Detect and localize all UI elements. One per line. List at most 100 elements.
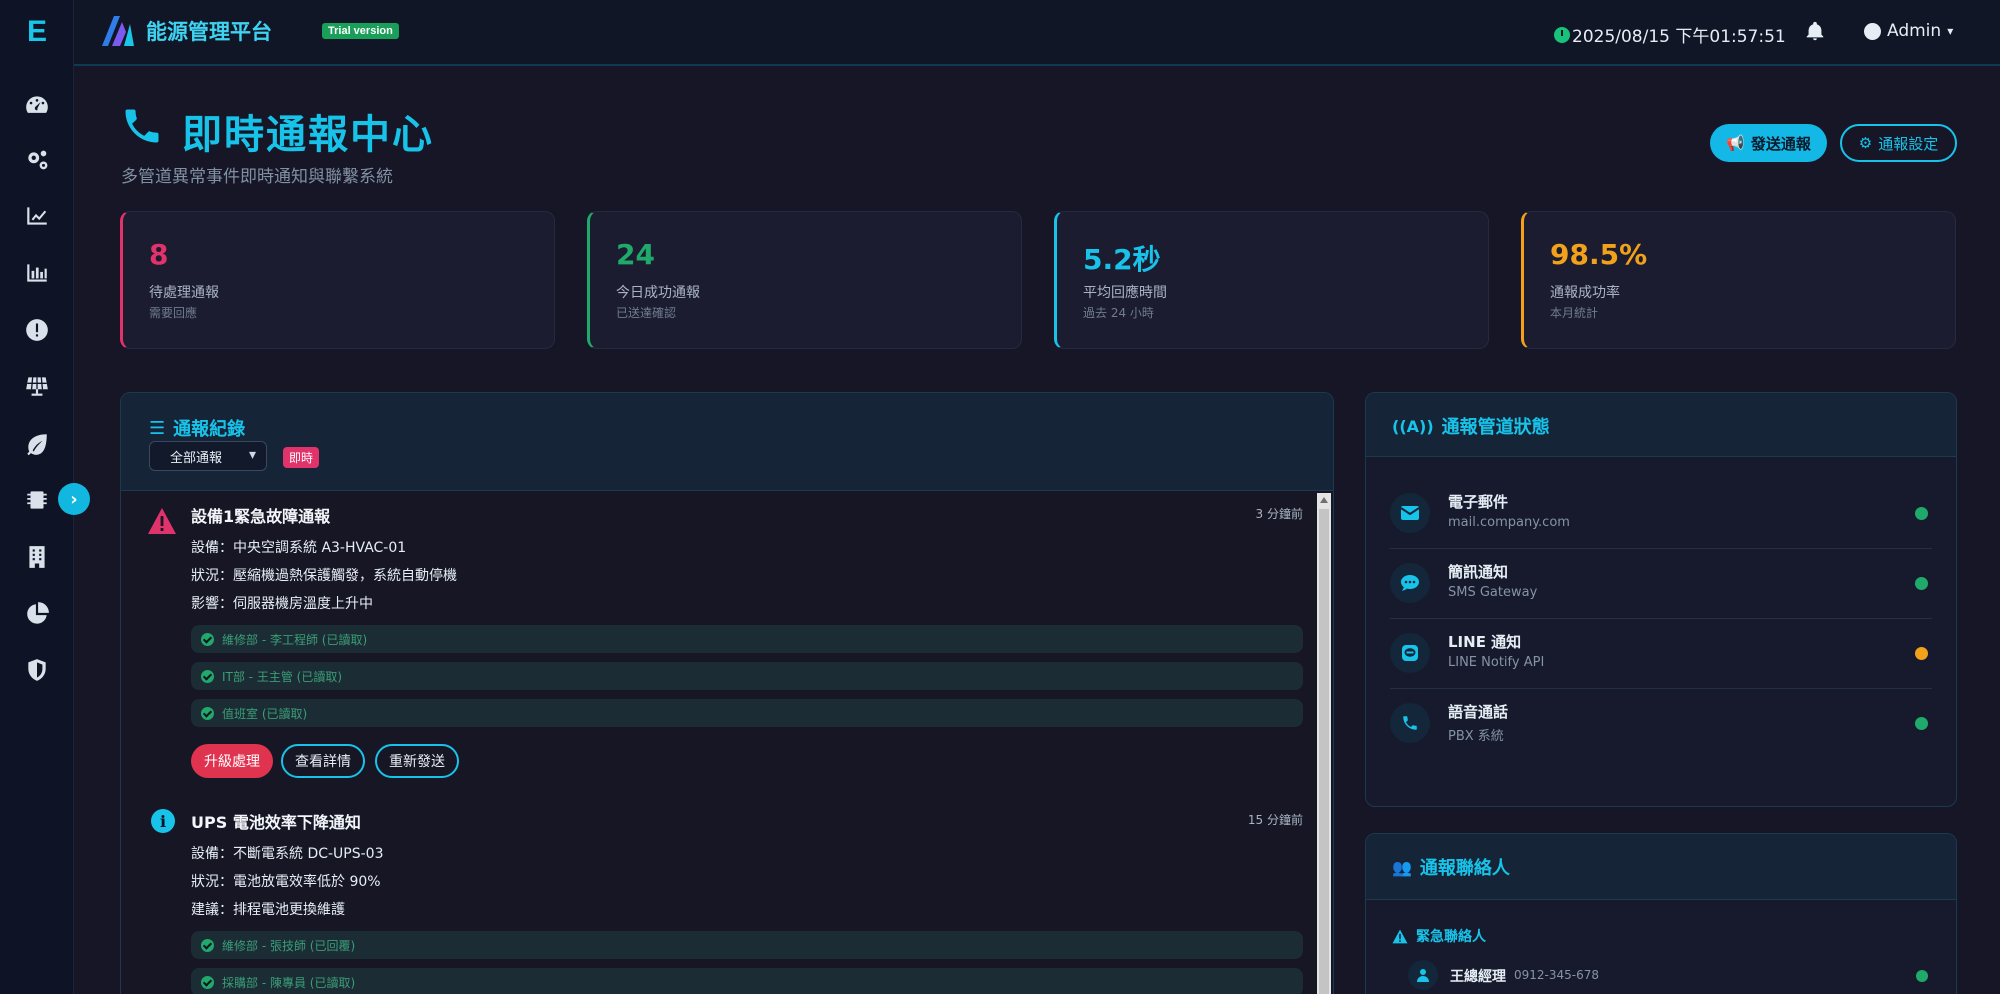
check-circle-icon	[201, 975, 214, 989]
channel-desc: PBX 系統	[1448, 729, 1504, 744]
event-time: 15 分鐘前	[1247, 813, 1303, 827]
channel-item[interactable]: 語音通話 PBX 系統	[1390, 689, 1932, 759]
app-name[interactable]: 能源管理平台	[146, 16, 272, 46]
contact-status-text: IT部 - 王主管 (已讀取)	[222, 669, 343, 684]
emergency-group-text: 緊急聯絡人	[1416, 929, 1486, 945]
stat-card-response-time: 5.2秒 平均回應時間 過去 24 小時	[1054, 211, 1489, 349]
leaf-icon[interactable]	[0, 424, 74, 464]
alert-settings-button[interactable]: ⚙ 通報設定	[1840, 124, 1957, 162]
records-filter-select[interactable]: 全部通報	[149, 441, 267, 471]
stat-value: 5.2秒	[1083, 243, 1161, 276]
scrollbar-thumb[interactable]	[1319, 509, 1329, 994]
contact-status: IT部 - 王主管 (已讀取)	[191, 662, 1303, 690]
stat-note: 已送達確認	[616, 306, 677, 320]
status-dot	[1915, 507, 1928, 520]
alert-icon[interactable]	[0, 310, 74, 350]
brand-logo-icon	[102, 16, 134, 46]
contact-name: 王總經理	[1450, 969, 1506, 985]
status-dot	[1915, 717, 1928, 730]
channel-name: 語音通話	[1448, 703, 1509, 721]
view-details-button[interactable]: 查看詳情	[281, 744, 365, 778]
channel-item[interactable]: 簡訊通知 SMS Gateway	[1390, 549, 1932, 619]
channel-desc: SMS Gateway	[1448, 585, 1538, 600]
building-icon[interactable]	[0, 537, 74, 577]
event-title: UPS 電池效率下降通知	[191, 813, 361, 832]
event-detail: 狀況：壓縮機過熱保護觸發，系統自動停機	[191, 568, 457, 584]
send-alert-label: 發送通報	[1750, 134, 1811, 153]
solar-panel-icon[interactable]	[0, 366, 74, 406]
sidebar-toggle-button[interactable]: ›	[58, 483, 90, 515]
pie-chart-icon[interactable]	[0, 594, 74, 634]
event-detail: 設備：不斷電系統 DC-UPS-03	[191, 846, 384, 862]
realtime-badge: 即時	[283, 447, 320, 468]
records-title-text: 通報紀錄	[173, 419, 246, 440]
stat-note: 本月統計	[1550, 306, 1599, 320]
channel-name: 簡訊通知	[1448, 563, 1509, 581]
user-icon	[1408, 960, 1438, 990]
datetime-display: 2025/08/15 下午01:57:51	[1554, 22, 1786, 47]
cogs-icon[interactable]	[0, 140, 74, 180]
stat-label: 通報成功率	[1550, 285, 1620, 301]
event-detail: 狀況：電池放電效率低於 90%	[191, 874, 381, 890]
check-circle-icon	[201, 632, 214, 646]
channel-item[interactable]: 電子郵件 mail.company.com	[1390, 479, 1932, 549]
channel-desc: mail.company.com	[1448, 515, 1570, 530]
user-circle-icon	[1864, 22, 1881, 40]
clock-icon	[1554, 26, 1570, 43]
warning-icon	[1392, 929, 1408, 943]
scroll-up-icon[interactable]	[1320, 497, 1328, 503]
chevron-down-icon: ▾	[1947, 24, 1954, 38]
escalate-button[interactable]: 升級處理	[191, 744, 273, 778]
contact-status: 值班室 (已讀取)	[191, 699, 1303, 727]
event-title: 設備1緊急故障通報	[191, 507, 331, 526]
status-dot	[1915, 577, 1928, 590]
alert-records-panel: ☰ 通報紀錄 全部通報 即時 設備1緊急故障通報 3 分鐘前 設備：中央空調系統…	[120, 392, 1334, 994]
bar-chart-icon[interactable]	[0, 253, 74, 293]
channel-title-text: 通報管道狀態	[1441, 417, 1550, 438]
event-detail: 影響：伺服器機房溫度上升中	[191, 596, 373, 612]
stat-label: 待處理通報	[149, 285, 219, 301]
page-title: 即時通報中心	[182, 112, 434, 158]
sidebar-logo[interactable]: E	[0, 0, 74, 64]
channel-status-panel: ((A)) 通報管道狀態 電子郵件 mail.company.com 簡訊通知 …	[1365, 392, 1957, 807]
sms-icon	[1390, 563, 1430, 603]
contact-row[interactable]: 王總經理 0912-345-678	[1408, 960, 1932, 992]
contact-phone: 0912-345-678	[1514, 968, 1600, 982]
contact-status: 維修部 - 李工程師 (已讀取)	[191, 625, 1303, 653]
stat-label: 平均回應時間	[1083, 285, 1167, 301]
channel-title: ((A)) 通報管道狀態	[1392, 413, 1550, 439]
broadcast-icon: ((A))	[1392, 416, 1434, 436]
contact-status-text: 採購部 - 陳專員 (已讀取)	[222, 975, 356, 990]
stat-value: 98.5%	[1550, 238, 1648, 271]
contacts-title: 👥 通報聯絡人	[1392, 854, 1510, 880]
resend-button[interactable]: 重新發送	[375, 744, 459, 778]
datetime-text: 2025/08/15 下午01:57:51	[1572, 27, 1786, 47]
event-item[interactable]: i UPS 電池效率下降通知 15 分鐘前 設備：不斷電系統 DC-UPS-03…	[121, 797, 1317, 994]
dashboard-icon[interactable]	[0, 85, 74, 125]
alert-settings-label: 通報設定	[1878, 134, 1939, 153]
status-dot	[1916, 970, 1928, 982]
contacts-title-text: 通報聯絡人	[1419, 858, 1510, 879]
warning-icon	[148, 508, 176, 534]
stat-label: 今日成功通報	[616, 285, 700, 301]
contacts-panel-header: 👥 通報聯絡人	[1366, 834, 1956, 900]
contact-status-text: 維修部 - 李工程師 (已讀取)	[222, 632, 368, 647]
event-item[interactable]: 設備1緊急故障通報 3 分鐘前 設備：中央空調系統 A3-HVAC-01 狀況：…	[121, 491, 1317, 791]
stat-value: 24	[616, 238, 655, 271]
check-circle-icon	[201, 706, 214, 720]
channel-name: 電子郵件	[1448, 493, 1509, 511]
bell-icon[interactable]	[1804, 20, 1826, 42]
filter-value: 全部通報	[170, 450, 223, 466]
send-alert-button[interactable]: 📢 發送通報	[1710, 124, 1827, 162]
phone-icon	[125, 109, 159, 143]
contact-status-text: 維修部 - 張技師 (已回覆)	[222, 938, 356, 953]
user-menu[interactable]: Admin ▾	[1864, 21, 1953, 41]
line-chart-icon[interactable]	[0, 196, 74, 236]
channel-item[interactable]: LINE 通知 LINE Notify API	[1390, 619, 1932, 689]
line-icon	[1390, 633, 1430, 673]
contact-status-text: 值班室 (已讀取)	[222, 706, 308, 721]
shield-icon[interactable]	[0, 650, 74, 690]
event-time: 3 分鐘前	[1255, 507, 1303, 521]
trial-badge: Trial version	[322, 23, 399, 39]
feed-scrollbar[interactable]	[1317, 493, 1331, 994]
